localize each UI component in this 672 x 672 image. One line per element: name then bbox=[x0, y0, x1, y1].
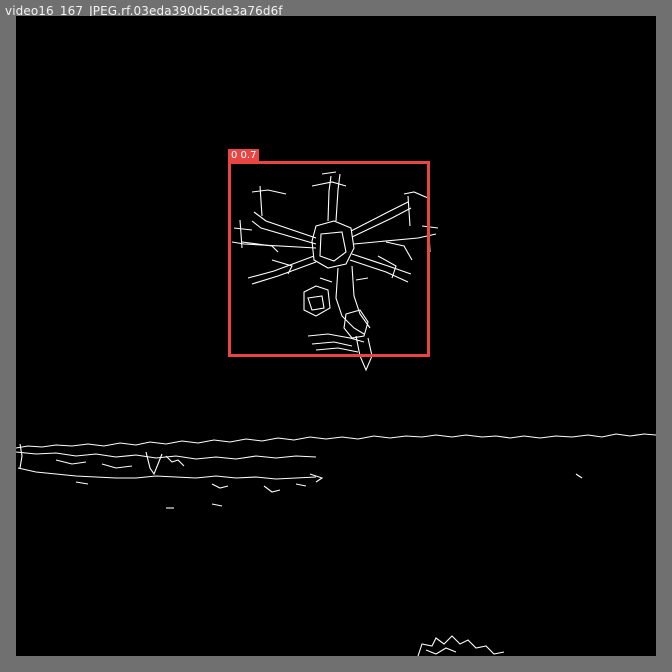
horizon-edges bbox=[16, 433, 656, 509]
bottom-foliage-edges bbox=[417, 635, 505, 656]
image-viewer: video16_167_JPEG.rf.03eda390d5cde3a76d6f bbox=[0, 0, 672, 672]
detection-bounding-box[interactable] bbox=[228, 161, 430, 357]
image-canvas[interactable]: 0 0.7 bbox=[16, 16, 656, 656]
detection-label: 0 0.7 bbox=[228, 149, 260, 162]
